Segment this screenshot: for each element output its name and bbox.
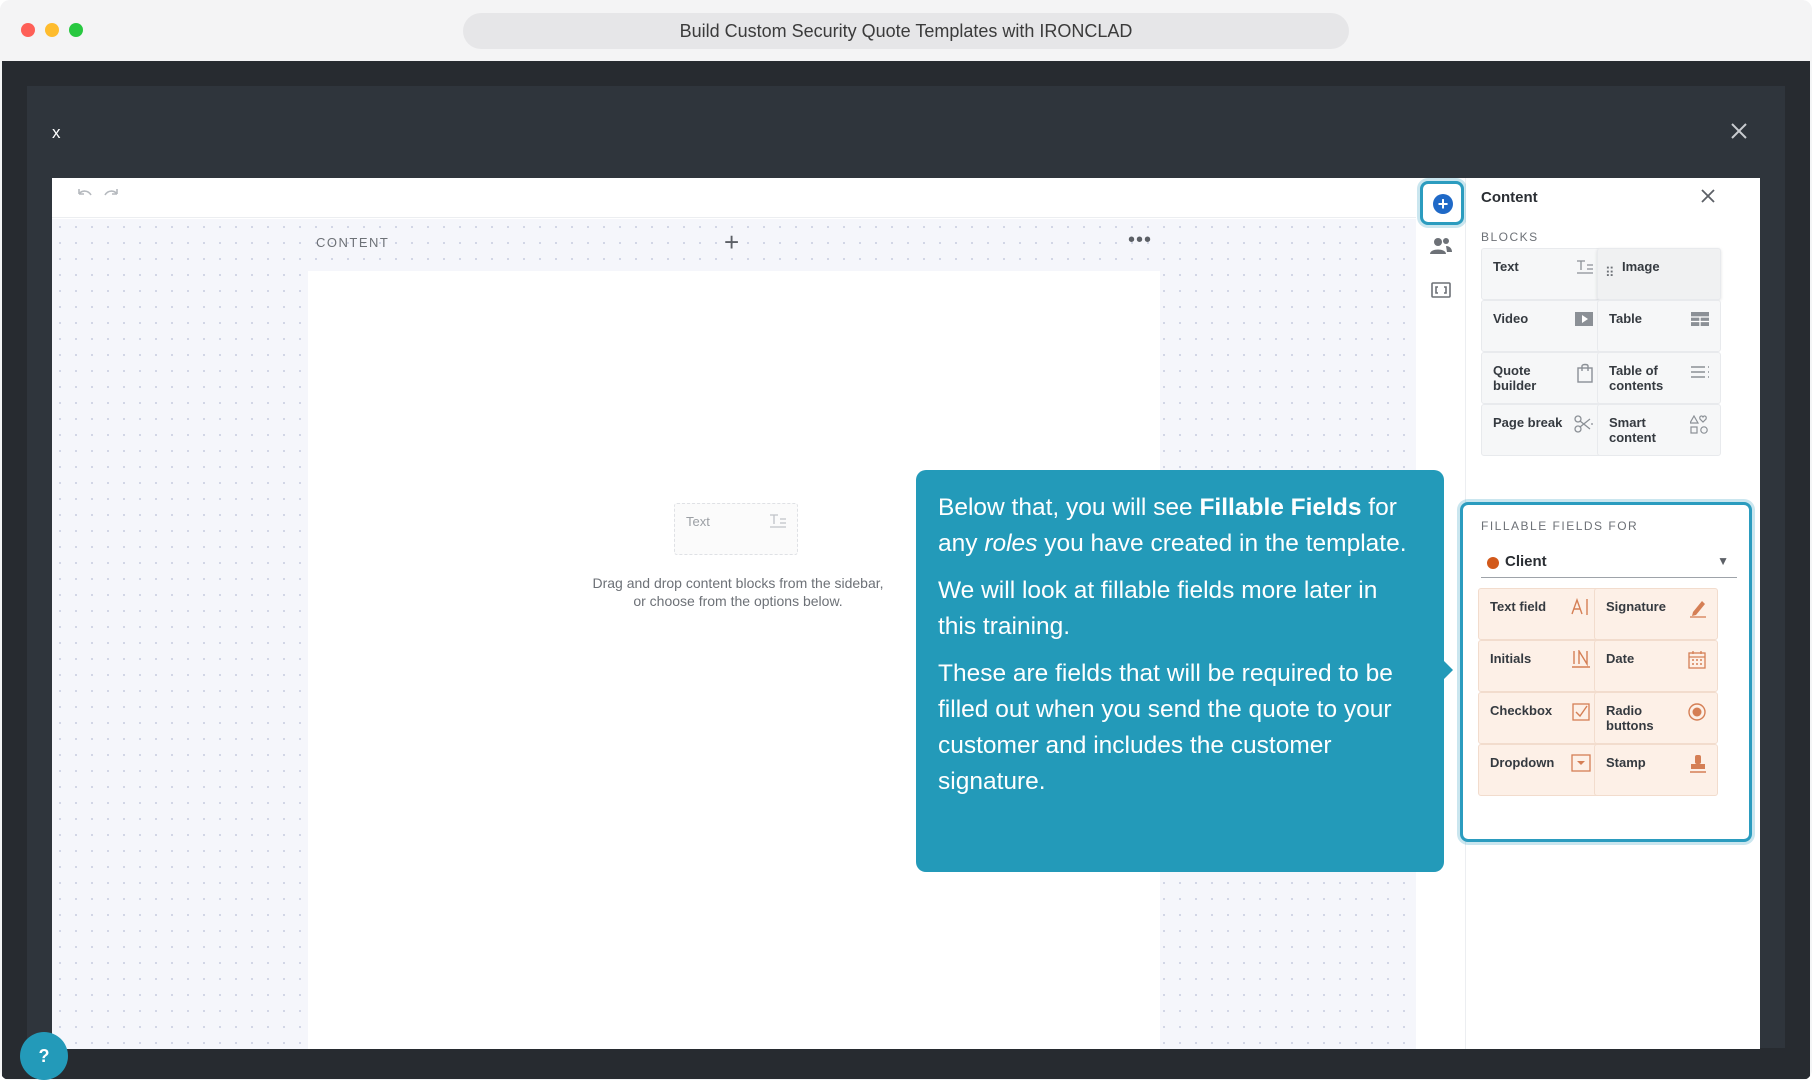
walkthrough-tooltip: Below that, you will see Fillable Fields… (916, 470, 1444, 872)
video-icon (1574, 311, 1594, 332)
tooltip-arrow (1443, 660, 1453, 680)
block-video[interactable]: Video (1481, 300, 1605, 352)
block-label: Quote builder (1493, 363, 1537, 393)
tooltip-text: Below that, you will see (938, 494, 1200, 521)
blocks-heading: BLOCKS (1481, 230, 1539, 244)
role-dropdown[interactable]: Client ▼ (1481, 546, 1737, 578)
browser-window: Build Custom Security Quote Templates wi… (0, 0, 1812, 1080)
checkbox-icon (1571, 702, 1591, 727)
role-name: Client (1505, 553, 1547, 570)
drop-hint-line-2: or choose from the options below. (633, 593, 843, 609)
block-text[interactable]: Text (1481, 248, 1605, 300)
tooltip-paragraph-3: These are fields that will be required t… (938, 660, 1393, 795)
block-label: Table of contents (1609, 363, 1664, 393)
add-section-button[interactable]: + (724, 227, 739, 258)
redo-icon[interactable] (100, 186, 124, 210)
drop-hint-line-1: Drag and drop content blocks from the si… (592, 575, 884, 591)
field-label: Initials (1490, 651, 1532, 666)
drop-hint: Drag and drop content blocks from the si… (528, 574, 948, 610)
field-radio-buttons[interactable]: Radio buttons (1594, 692, 1718, 744)
tooltip-bold-text: Fillable Fields (1199, 494, 1362, 521)
bag-icon (1576, 363, 1594, 388)
window-title: Build Custom Security Quote Templates wi… (463, 13, 1349, 49)
radio-icon (1687, 702, 1707, 727)
text-field-icon (1571, 597, 1591, 621)
block-label: Video (1493, 311, 1529, 326)
placeholder-text-block[interactable]: Text (674, 503, 798, 555)
roles-icon[interactable] (1429, 234, 1453, 258)
modal-label: x (52, 123, 61, 142)
scissors-icon (1574, 415, 1594, 438)
field-date[interactable]: Date (1594, 640, 1718, 692)
close-icon[interactable] (1700, 187, 1716, 210)
fillable-fields-heading: FILLABLE FIELDS FOR (1481, 519, 1639, 533)
calendar-icon (1687, 650, 1707, 675)
field-dropdown[interactable]: Dropdown (1478, 744, 1602, 796)
panel-title: Content (1481, 189, 1538, 206)
field-label: Stamp (1606, 755, 1646, 770)
section-label: CONTENT (316, 235, 390, 250)
plus-icon: + (1433, 194, 1453, 214)
more-options-icon[interactable]: ••• (1128, 229, 1152, 252)
close-window-button[interactable] (21, 23, 35, 37)
initials-icon (1571, 648, 1591, 673)
block-label: Image (1622, 259, 1660, 274)
block-label: Page break (1493, 415, 1563, 430)
pen-icon (1689, 598, 1707, 623)
drag-handle-icon[interactable]: ⠿ (1605, 265, 1615, 281)
help-button[interactable]: ? (20, 1032, 68, 1080)
block-image[interactable]: ⠿ Image (1597, 248, 1721, 300)
field-label: Date (1606, 651, 1635, 666)
block-label: Table (1609, 311, 1642, 326)
field-label: Signature (1606, 599, 1666, 614)
list-icon (1690, 363, 1710, 384)
role-color-dot (1487, 557, 1499, 569)
field-initials[interactable]: Initials (1478, 640, 1602, 692)
tooltip-paragraph-1: Below that, you will see Fillable Fields… (938, 490, 1422, 562)
dropdown-icon (1571, 754, 1591, 777)
minimize-window-button[interactable] (45, 23, 59, 37)
fillable-fields-section: FILLABLE FIELDS FOR Client ▼ Text field … (1460, 502, 1752, 842)
undo-icon[interactable] (72, 186, 96, 210)
content-panel: Content BLOCKS Text ⠿ Image Video Table (1460, 178, 1760, 1049)
close-icon[interactable] (1728, 120, 1750, 142)
tooltip-paragraph-2: We will look at fillable fields more lat… (938, 577, 1378, 640)
block-smart-content[interactable]: Smart content (1597, 404, 1721, 456)
tooltip-text: you have created in the template. (1037, 530, 1407, 557)
stamp-icon (1689, 754, 1707, 779)
placeholder-block-label: Text (686, 514, 710, 529)
field-label: Dropdown (1490, 755, 1555, 770)
add-content-button[interactable]: + (1420, 181, 1464, 225)
variables-icon[interactable] (1429, 278, 1453, 302)
field-signature[interactable]: Signature (1594, 588, 1718, 640)
text-icon (769, 513, 787, 534)
block-page-break[interactable]: Page break (1481, 404, 1605, 456)
field-label: Checkbox (1490, 703, 1553, 718)
editor-toolbar (52, 178, 1416, 218)
field-checkbox[interactable]: Checkbox (1478, 692, 1602, 744)
block-table-of-contents[interactable]: Table of contents (1597, 352, 1721, 404)
zoom-window-button[interactable] (69, 23, 83, 37)
editor: CONTENT + ••• Text Drag and drop content… (52, 178, 1760, 1049)
tooltip-italic-text: roles (984, 530, 1038, 557)
chevron-down-icon: ▼ (1717, 554, 1729, 568)
field-label: Radio buttons (1606, 703, 1654, 733)
block-label: Text (1493, 259, 1519, 274)
block-table[interactable]: Table (1597, 300, 1721, 352)
block-label: Smart content (1609, 415, 1656, 445)
table-icon (1690, 311, 1710, 332)
field-stamp[interactable]: Stamp (1594, 744, 1718, 796)
field-label: Text field (1490, 599, 1547, 614)
block-quote-builder[interactable]: Quote builder (1481, 352, 1605, 404)
shapes-icon (1688, 414, 1710, 440)
title-bar: Build Custom Security Quote Templates wi… (0, 0, 1812, 61)
field-text-field[interactable]: Text field (1478, 588, 1602, 640)
text-icon (1576, 259, 1594, 280)
